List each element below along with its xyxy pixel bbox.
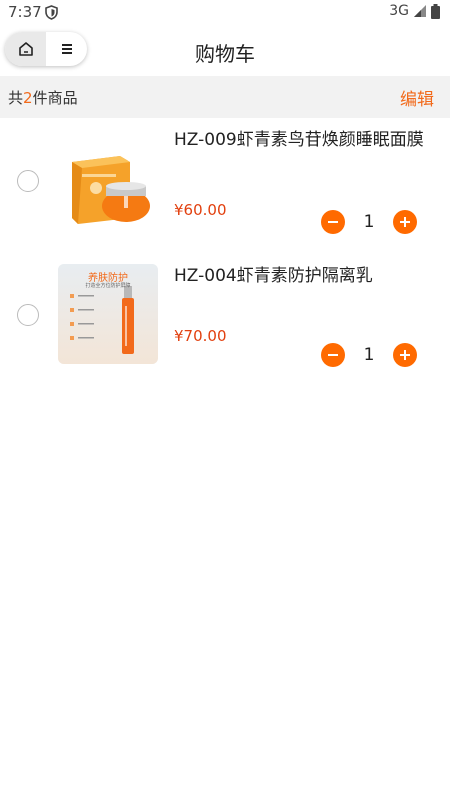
status-bar: 7:37 3G bbox=[0, 0, 450, 24]
signal-icon bbox=[414, 5, 426, 17]
image-subline: 打造全方位防护屏障 bbox=[85, 283, 131, 289]
quantity-value: 1 bbox=[363, 345, 375, 365]
increase-quantity-button[interactable] bbox=[393, 343, 417, 367]
plus-icon bbox=[400, 217, 410, 227]
product-image[interactable]: 养肤防护 打造全方位防护屏障 bbox=[58, 264, 158, 364]
item-count-text: 共2件商品 bbox=[8, 87, 78, 108]
item-count-suffix: 件商品 bbox=[32, 89, 78, 107]
cart-summary-bar: 共2件商品 编辑 bbox=[0, 76, 450, 118]
product-price: ¥70.00 bbox=[174, 327, 227, 345]
quantity-stepper: 1 bbox=[321, 343, 417, 367]
select-item-radio[interactable] bbox=[17, 170, 39, 192]
battery-icon bbox=[431, 3, 440, 19]
shield-icon bbox=[45, 5, 58, 20]
network-type: 3G bbox=[389, 3, 409, 19]
product-title[interactable]: HZ-004虾青素防护隔离乳 bbox=[174, 264, 424, 289]
quantity-stepper: 1 bbox=[321, 210, 417, 234]
sleep-mask-product-image bbox=[58, 132, 158, 232]
cart-item: 养肤防护 打造全方位防护屏障 HZ-004虾青素防护隔离乳 ¥70.00 1 bbox=[0, 250, 450, 380]
minus-icon bbox=[328, 221, 338, 223]
product-price: ¥60.00 bbox=[174, 201, 227, 219]
product-image[interactable] bbox=[58, 132, 158, 232]
cart-item: HZ-009虾青素鸟苷焕颜睡眠面膜 ¥60.00 1 bbox=[0, 120, 450, 250]
item-count-prefix: 共 bbox=[8, 89, 24, 107]
plus-icon bbox=[400, 350, 410, 360]
item-count: 2 bbox=[23, 89, 33, 107]
status-time: 7:37 bbox=[8, 3, 42, 21]
quantity-value: 1 bbox=[363, 212, 375, 232]
decrease-quantity-button[interactable] bbox=[321, 210, 345, 234]
product-title[interactable]: HZ-009虾青素鸟苷焕颜睡眠面膜 bbox=[174, 128, 424, 153]
select-item-radio[interactable] bbox=[17, 304, 39, 326]
nav-bar: 购物车 bbox=[0, 24, 450, 76]
page-title: 购物车 bbox=[195, 42, 255, 66]
status-indicators: 3G bbox=[389, 3, 440, 19]
minus-icon bbox=[328, 354, 338, 356]
decrease-quantity-button[interactable] bbox=[321, 343, 345, 367]
edit-button[interactable]: 编辑 bbox=[400, 85, 434, 110]
increase-quantity-button[interactable] bbox=[393, 210, 417, 234]
